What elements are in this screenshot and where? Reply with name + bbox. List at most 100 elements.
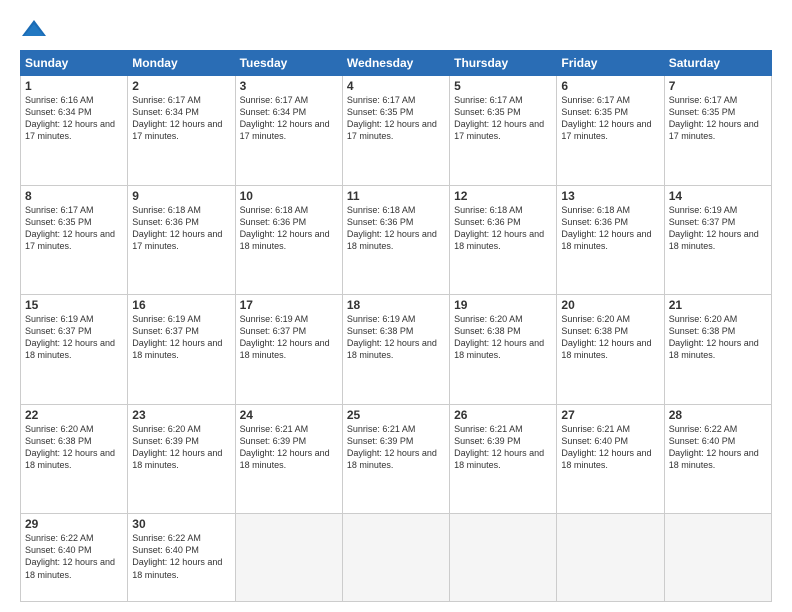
table-row: 28 Sunrise: 6:22 AMSunset: 6:40 PMDayligh… [664, 404, 771, 514]
header [20, 18, 772, 40]
day-number: 8 [25, 189, 123, 203]
table-row: 26 Sunrise: 6:21 AMSunset: 6:39 PMDayligh… [450, 404, 557, 514]
day-number: 17 [240, 298, 338, 312]
col-tuesday: Tuesday [235, 51, 342, 76]
day-info: Sunrise: 6:20 AMSunset: 6:38 PMDaylight:… [454, 314, 544, 360]
day-number: 2 [132, 79, 230, 93]
day-info: Sunrise: 6:17 AMSunset: 6:35 PMDaylight:… [25, 205, 115, 251]
table-row: 22 Sunrise: 6:20 AMSunset: 6:38 PMDayligh… [21, 404, 128, 514]
table-row: 25Sunrise: 6:21 AMSunset: 6:39 PMDayligh… [342, 404, 449, 514]
day-info: Sunrise: 6:19 AMSunset: 6:37 PMDaylight:… [240, 314, 330, 360]
table-row [557, 514, 664, 602]
day-info: Sunrise: 6:17 AMSunset: 6:35 PMDaylight:… [347, 95, 437, 141]
day-info: Sunrise: 6:21 AMSunset: 6:39 PMDaylight:… [454, 424, 544, 470]
table-row: 9Sunrise: 6:18 AMSunset: 6:36 PMDaylight… [128, 185, 235, 295]
day-info: Sunrise: 6:17 AMSunset: 6:35 PMDaylight:… [561, 95, 651, 141]
table-row [342, 514, 449, 602]
day-info: Sunrise: 6:19 AMSunset: 6:37 PMDaylight:… [132, 314, 222, 360]
col-wednesday: Wednesday [342, 51, 449, 76]
day-number: 11 [347, 189, 445, 203]
col-saturday: Saturday [664, 51, 771, 76]
table-row: 11 Sunrise: 6:18 AMSunset: 6:36 PMDayligh… [342, 185, 449, 295]
table-row: 13 Sunrise: 6:18 AMSunset: 6:36 PMDayligh… [557, 185, 664, 295]
table-row: 15 Sunrise: 6:19 AMSunset: 6:37 PMDayligh… [21, 295, 128, 405]
day-info: Sunrise: 6:16 AMSunset: 6:34 PMDaylight:… [25, 95, 115, 141]
calendar-header-row: Sunday Monday Tuesday Wednesday Thursday… [21, 51, 772, 76]
col-monday: Monday [128, 51, 235, 76]
day-info: Sunrise: 6:21 AMSunset: 6:39 PMDaylight:… [240, 424, 330, 470]
table-row: 5 Sunrise: 6:17 AMSunset: 6:35 PMDaylight… [450, 76, 557, 186]
day-number: 10 [240, 189, 338, 203]
day-info: Sunrise: 6:22 AMSunset: 6:40 PMDaylight:… [669, 424, 759, 470]
table-row: 18 Sunrise: 6:19 AMSunset: 6:38 PMDayligh… [342, 295, 449, 405]
day-number: 16 [132, 298, 230, 312]
day-number: 24 [240, 408, 338, 422]
table-row [664, 514, 771, 602]
table-row: 1 Sunrise: 6:16 AMSunset: 6:34 PMDaylight… [21, 76, 128, 186]
table-row: 21 Sunrise: 6:20 AMSunset: 6:38 PMDayligh… [664, 295, 771, 405]
day-number: 30 [132, 517, 230, 531]
page: Sunday Monday Tuesday Wednesday Thursday… [0, 0, 792, 612]
day-number: 18 [347, 298, 445, 312]
day-info: Sunrise: 6:19 AMSunset: 6:37 PMDaylight:… [25, 314, 115, 360]
day-number: 27 [561, 408, 659, 422]
day-info: Sunrise: 6:21 AMSunset: 6:40 PMDaylight:… [561, 424, 651, 470]
day-number: 20 [561, 298, 659, 312]
day-number: 7 [669, 79, 767, 93]
day-info: Sunrise: 6:17 AMSunset: 6:34 PMDaylight:… [132, 95, 222, 141]
table-row: 20 Sunrise: 6:20 AMSunset: 6:38 PMDayligh… [557, 295, 664, 405]
table-row: 10 Sunrise: 6:18 AMSunset: 6:36 PMDayligh… [235, 185, 342, 295]
table-row: 6Sunrise: 6:17 AMSunset: 6:35 PMDaylight… [557, 76, 664, 186]
table-row: 17 Sunrise: 6:19 AMSunset: 6:37 PMDayligh… [235, 295, 342, 405]
day-info: Sunrise: 6:17 AMSunset: 6:35 PMDaylight:… [669, 95, 759, 141]
table-row: 4 Sunrise: 6:17 AMSunset: 6:35 PMDaylight… [342, 76, 449, 186]
day-info: Sunrise: 6:18 AMSunset: 6:36 PMDaylight:… [240, 205, 330, 251]
table-row: 30 Sunrise: 6:22 AMSunset: 6:40 PMDayligh… [128, 514, 235, 602]
day-info: Sunrise: 6:22 AMSunset: 6:40 PMDaylight:… [132, 533, 222, 579]
day-number: 5 [454, 79, 552, 93]
day-number: 3 [240, 79, 338, 93]
day-info: Sunrise: 6:19 AMSunset: 6:38 PMDaylight:… [347, 314, 437, 360]
table-row: 7 Sunrise: 6:17 AMSunset: 6:35 PMDaylight… [664, 76, 771, 186]
day-info: Sunrise: 6:18 AMSunset: 6:36 PMDaylight:… [132, 205, 222, 251]
day-info: Sunrise: 6:19 AMSunset: 6:37 PMDaylight:… [669, 205, 759, 251]
day-number: 19 [454, 298, 552, 312]
table-row: 16 Sunrise: 6:19 AMSunset: 6:37 PMDayligh… [128, 295, 235, 405]
day-number: 22 [25, 408, 123, 422]
table-row [450, 514, 557, 602]
day-number: 1 [25, 79, 123, 93]
day-info: Sunrise: 6:17 AMSunset: 6:34 PMDaylight:… [240, 95, 330, 141]
day-number: 14 [669, 189, 767, 203]
day-info: Sunrise: 6:20 AMSunset: 6:38 PMDaylight:… [669, 314, 759, 360]
day-number: 15 [25, 298, 123, 312]
day-info: Sunrise: 6:22 AMSunset: 6:40 PMDaylight:… [25, 533, 115, 579]
day-number: 26 [454, 408, 552, 422]
day-number: 23 [132, 408, 230, 422]
logo-icon [20, 18, 48, 40]
table-row: 19 Sunrise: 6:20 AMSunset: 6:38 PMDayligh… [450, 295, 557, 405]
col-sunday: Sunday [21, 51, 128, 76]
day-number: 29 [25, 517, 123, 531]
table-row: 27 Sunrise: 6:21 AMSunset: 6:40 PMDayligh… [557, 404, 664, 514]
day-number: 21 [669, 298, 767, 312]
day-info: Sunrise: 6:17 AMSunset: 6:35 PMDaylight:… [454, 95, 544, 141]
table-row: 24 Sunrise: 6:21 AMSunset: 6:39 PMDayligh… [235, 404, 342, 514]
day-number: 4 [347, 79, 445, 93]
calendar-table: Sunday Monday Tuesday Wednesday Thursday… [20, 50, 772, 602]
table-row: 29 Sunrise: 6:22 AMSunset: 6:40 PMDayligh… [21, 514, 128, 602]
day-info: Sunrise: 6:20 AMSunset: 6:38 PMDaylight:… [25, 424, 115, 470]
table-row: 8 Sunrise: 6:17 AMSunset: 6:35 PMDaylight… [21, 185, 128, 295]
day-number: 25 [347, 408, 445, 422]
day-info: Sunrise: 6:18 AMSunset: 6:36 PMDaylight:… [347, 205, 437, 251]
day-number: 12 [454, 189, 552, 203]
table-row: 2 Sunrise: 6:17 AMSunset: 6:34 PMDaylight… [128, 76, 235, 186]
day-info: Sunrise: 6:20 AMSunset: 6:39 PMDaylight:… [132, 424, 222, 470]
table-row: 14 Sunrise: 6:19 AMSunset: 6:37 PMDayligh… [664, 185, 771, 295]
day-info: Sunrise: 6:20 AMSunset: 6:38 PMDaylight:… [561, 314, 651, 360]
day-info: Sunrise: 6:18 AMSunset: 6:36 PMDaylight:… [561, 205, 651, 251]
day-number: 13 [561, 189, 659, 203]
col-thursday: Thursday [450, 51, 557, 76]
col-friday: Friday [557, 51, 664, 76]
day-info: Sunrise: 6:18 AMSunset: 6:36 PMDaylight:… [454, 205, 544, 251]
day-number: 28 [669, 408, 767, 422]
